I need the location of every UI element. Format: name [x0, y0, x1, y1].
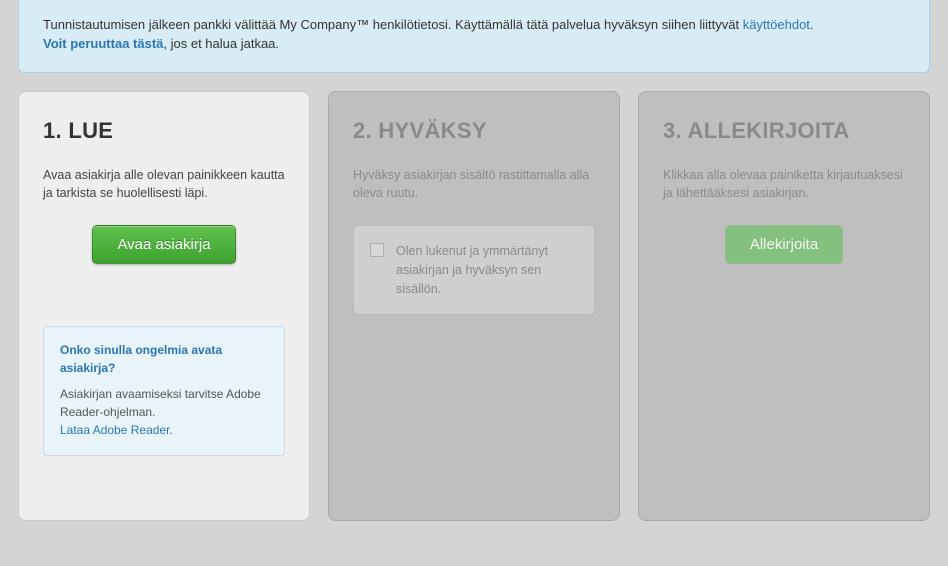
- download-reader-link[interactable]: Lataa Adobe Reader.: [60, 423, 173, 437]
- step-3-card: 3. ALLEKIRJOITA Klikkaa alla olevaa pain…: [638, 91, 930, 521]
- help-box: Onko sinulla ongelmia avata asiakirja? A…: [43, 326, 285, 456]
- accept-checkbox[interactable]: [370, 243, 384, 257]
- help-body: Asiakirjan avaamiseksi tarvitse Adobe Re…: [60, 387, 261, 419]
- info-banner: Tunnistautumisen jälkeen pankki välittää…: [18, 0, 930, 73]
- step-2-card: 2. HYVÄKSY Hyväksy asiakirjan sisältö ra…: [328, 91, 620, 521]
- step-2-desc: Hyväksy asiakirjan sisältö rastittamalla…: [353, 166, 595, 204]
- cancel-link[interactable]: Voit peruuttaa tästä: [43, 36, 163, 51]
- open-document-button[interactable]: Avaa asiakirja: [92, 225, 235, 264]
- step-1-title: 1. LUE: [43, 118, 285, 144]
- step-3-title: 3. ALLEKIRJOITA: [663, 118, 905, 144]
- banner-text: Tunnistautumisen jälkeen pankki välittää…: [43, 17, 743, 32]
- step-1-card: 1. LUE Avaa asiakirja alle olevan painik…: [18, 91, 310, 521]
- terms-link[interactable]: käyttöehdot: [743, 17, 810, 32]
- step-2-title: 2. HYVÄKSY: [353, 118, 595, 144]
- period: .: [810, 17, 814, 32]
- accept-checkbox-container: Olen lukenut ja ymmärtänyt asiakirjan ja…: [353, 225, 595, 315]
- sign-button[interactable]: Allekirjoita: [725, 225, 843, 264]
- accept-checkbox-label: Olen lukenut ja ymmärtänyt asiakirjan ja…: [396, 242, 578, 298]
- banner-after-cancel: , jos et halua jatkaa.: [163, 36, 279, 51]
- step-1-desc: Avaa asiakirja alle olevan painikkeen ka…: [43, 166, 285, 204]
- help-question: Onko sinulla ongelmia avata asiakirja?: [60, 341, 268, 377]
- steps-row: 1. LUE Avaa asiakirja alle olevan painik…: [0, 91, 948, 539]
- step-3-desc: Klikkaa alla olevaa painiketta kirjautua…: [663, 166, 905, 204]
